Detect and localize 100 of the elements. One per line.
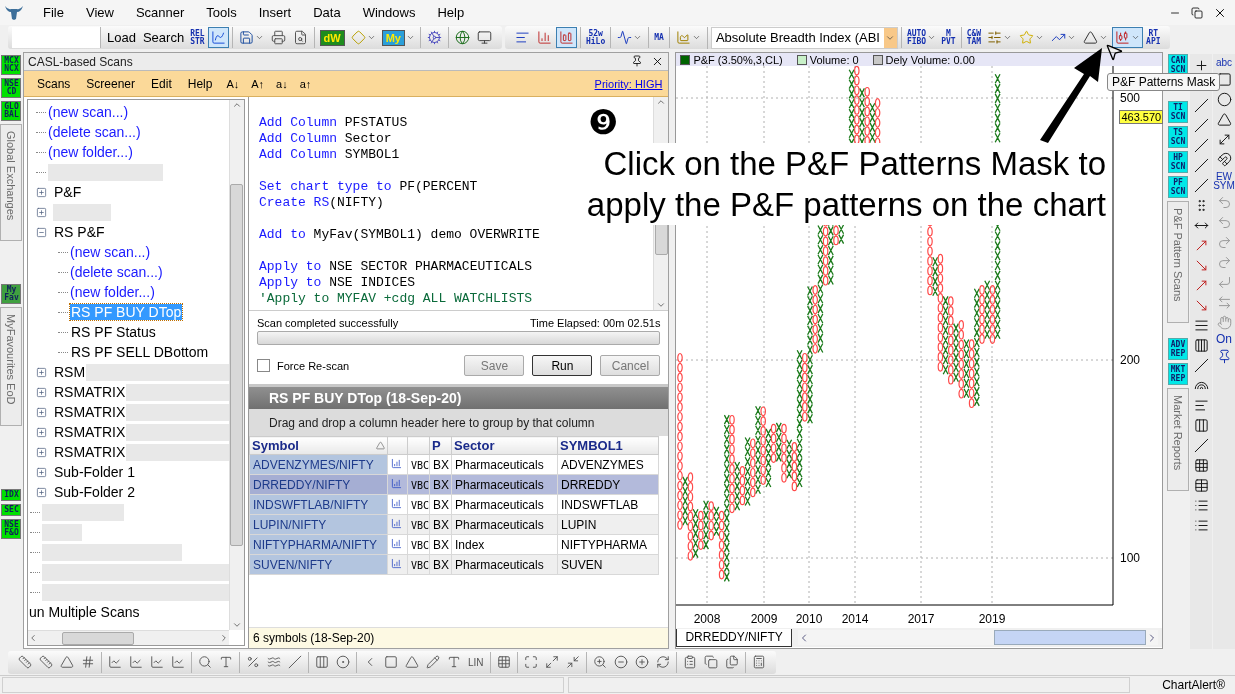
tree-folder[interactable]: RSMATRIX xyxy=(53,404,127,420)
symbol-cell[interactable]: LUPIN/NIFTY xyxy=(249,514,388,535)
menu-item[interactable]: Scans xyxy=(30,76,78,91)
menu-item[interactable]: Data xyxy=(302,5,352,20)
tree-folder[interactable]: RS P&F xyxy=(53,224,106,240)
exchange-tab[interactable]: SEC xyxy=(1,503,22,516)
side-tab[interactable]: Market Reports xyxy=(1167,387,1189,491)
exchange-tab[interactable]: NSE CD xyxy=(1,78,22,98)
report-tab[interactable]: HP SCN xyxy=(1168,151,1188,173)
legend-label: Dely Volume: 0.00 xyxy=(885,53,975,66)
scroll-thumb[interactable] xyxy=(230,184,244,546)
font-size-button[interactable]: A↓ xyxy=(221,77,245,90)
side-tab[interactable]: MyFavourites EoD xyxy=(0,307,23,426)
column-header[interactable]: P xyxy=(429,436,452,455)
font-size-button[interactable]: a↑ xyxy=(294,77,317,90)
toolbar-button[interactable]: Search xyxy=(139,27,188,48)
exchange-tab[interactable]: NSE F&O xyxy=(1,518,22,539)
tool-button[interactable]: On xyxy=(1216,335,1232,344)
menu-item[interactable]: Scanner xyxy=(124,5,196,20)
side-tab[interactable]: Global Exchanges xyxy=(0,124,23,242)
column-header[interactable]: SYMBOL1 xyxy=(557,436,659,455)
menu-item[interactable]: Screener xyxy=(79,76,143,91)
menu-item[interactable]: Tools xyxy=(195,5,248,20)
menu-item[interactable]: Help xyxy=(180,76,220,91)
tree-folder[interactable]: RSMATRIX xyxy=(53,384,127,400)
search-field[interactable] xyxy=(12,27,100,48)
side-tab[interactable]: P&F Pattern Scans xyxy=(1167,201,1189,323)
tree-folder[interactable]: RSM xyxy=(53,364,87,380)
report-tab[interactable]: PF SCN xyxy=(1168,176,1188,198)
tree-folder[interactable]: Sub-Folder 2 xyxy=(53,484,136,500)
indicator-dropdown[interactable]: Absolute Breadth Index (ABI xyxy=(710,26,898,49)
minus-circle-icon xyxy=(613,655,628,669)
tree-item[interactable]: RS PF SELL DBottom xyxy=(70,344,210,360)
toolbar-button[interactable]: C&W TAM xyxy=(964,27,984,48)
tree-folder[interactable]: RSMATRIX xyxy=(53,424,127,440)
font-size-button[interactable]: a↓ xyxy=(271,77,293,90)
symbol-cell[interactable]: NIFTYPHARMA/NIFTY xyxy=(249,534,388,555)
symbol-cell[interactable]: INDSWFTLAB/NIFTY xyxy=(249,494,388,515)
font-size-button[interactable]: A↑ xyxy=(246,77,270,90)
symbol-cell[interactable]: ADVENZYMES/NIFTY xyxy=(249,454,388,475)
menu-item[interactable]: Insert xyxy=(247,5,303,20)
menu-item[interactable]: Edit xyxy=(144,76,179,91)
toolbar-button[interactable]: RT API xyxy=(1144,27,1163,48)
pages-icon xyxy=(703,655,718,669)
toolbar-button[interactable]: dW xyxy=(317,27,347,48)
toolbar-button[interactable]: MA xyxy=(652,27,666,48)
toolbar-button[interactable]: REL STR xyxy=(188,27,207,48)
tree-link[interactable]: (new scan...) xyxy=(48,104,129,120)
menu-item[interactable]: Help xyxy=(426,5,476,20)
report-tab[interactable]: CAN SCN xyxy=(1168,54,1188,76)
action-button[interactable]: Run xyxy=(532,355,593,376)
menu-item[interactable]: Windows xyxy=(351,5,427,20)
tree-link[interactable]: (delete scan...) xyxy=(48,124,141,140)
report-tab[interactable]: TS SCN xyxy=(1168,126,1188,148)
menu-item[interactable]: File xyxy=(32,5,75,20)
scroll-thumb[interactable] xyxy=(994,630,1146,645)
tree-item[interactable]: un Multiple Scans xyxy=(28,604,141,620)
report-tab[interactable]: MKT REP xyxy=(1168,362,1188,385)
exchange-tab[interactable]: My Fav xyxy=(1,284,22,305)
report-tab[interactable]: ADV REP xyxy=(1168,337,1188,360)
exchange-tab[interactable]: GLO BAL xyxy=(1,101,22,121)
toolbar-button[interactable]: Load xyxy=(104,27,139,48)
diagonal-arrow-icon xyxy=(1216,132,1232,147)
priority-link[interactable]: Priority: HIGH xyxy=(594,77,663,90)
tree-link[interactable]: (new scan...) xyxy=(70,244,151,260)
symbol-cell[interactable]: DRREDDY/NIFTY xyxy=(249,474,388,495)
chart-icon xyxy=(391,477,402,489)
expand-icon xyxy=(544,655,559,669)
force-rescan-checkbox[interactable]: Force Re-scan xyxy=(257,359,350,372)
exchange-tab[interactable]: IDX xyxy=(1,488,22,501)
percent-icon xyxy=(246,655,260,669)
fit-icon xyxy=(523,655,538,669)
tree-link[interactable]: (delete scan...) xyxy=(70,264,163,280)
report-tab[interactable]: TI SCN xyxy=(1168,101,1188,123)
scroll-thumb[interactable] xyxy=(62,631,135,645)
menu-item[interactable]: View xyxy=(74,5,125,20)
tree-folder[interactable]: P&F xyxy=(53,184,83,200)
chart-tab[interactable]: DRREDDY/NIFTY xyxy=(676,628,792,647)
tree-item[interactable]: RS PF Status xyxy=(70,324,157,340)
toolbar-button[interactable] xyxy=(207,27,229,48)
tree-folder[interactable]: Sub-Folder 1 xyxy=(53,464,136,480)
tree-folder[interactable]: RSMATRIX xyxy=(53,444,127,460)
toolbar-button[interactable]: M PVT xyxy=(939,27,958,48)
column-header[interactable]: Sector xyxy=(451,436,558,455)
tree-link[interactable]: (new folder...) xyxy=(48,144,133,160)
horizontal-scrollbar[interactable] xyxy=(28,630,229,645)
toolbar-button[interactable]: LIN xyxy=(465,651,487,673)
exchange-tab[interactable]: MCX NCX xyxy=(1,55,22,75)
pencil-icon xyxy=(426,655,440,669)
toolbar-button[interactable]: 52w HiLo xyxy=(583,27,608,48)
toolbar-button[interactable]: AUTO FIBO xyxy=(904,27,939,48)
toolbar-button[interactable] xyxy=(555,27,577,48)
column-header[interactable]: Symbol xyxy=(249,436,388,455)
text-tool-button[interactable]: abc xyxy=(1215,58,1233,67)
toolbar-button[interactable] xyxy=(1112,27,1144,48)
symbol-cell[interactable]: SUVEN/NIFTY xyxy=(249,554,388,575)
tool-button[interactable]: EW SYM xyxy=(1213,172,1235,190)
horizontal-scrollbar[interactable] xyxy=(797,630,1158,645)
vertical-scrollbar[interactable] xyxy=(229,100,244,630)
tree-link[interactable]: (new folder...) xyxy=(70,284,155,300)
